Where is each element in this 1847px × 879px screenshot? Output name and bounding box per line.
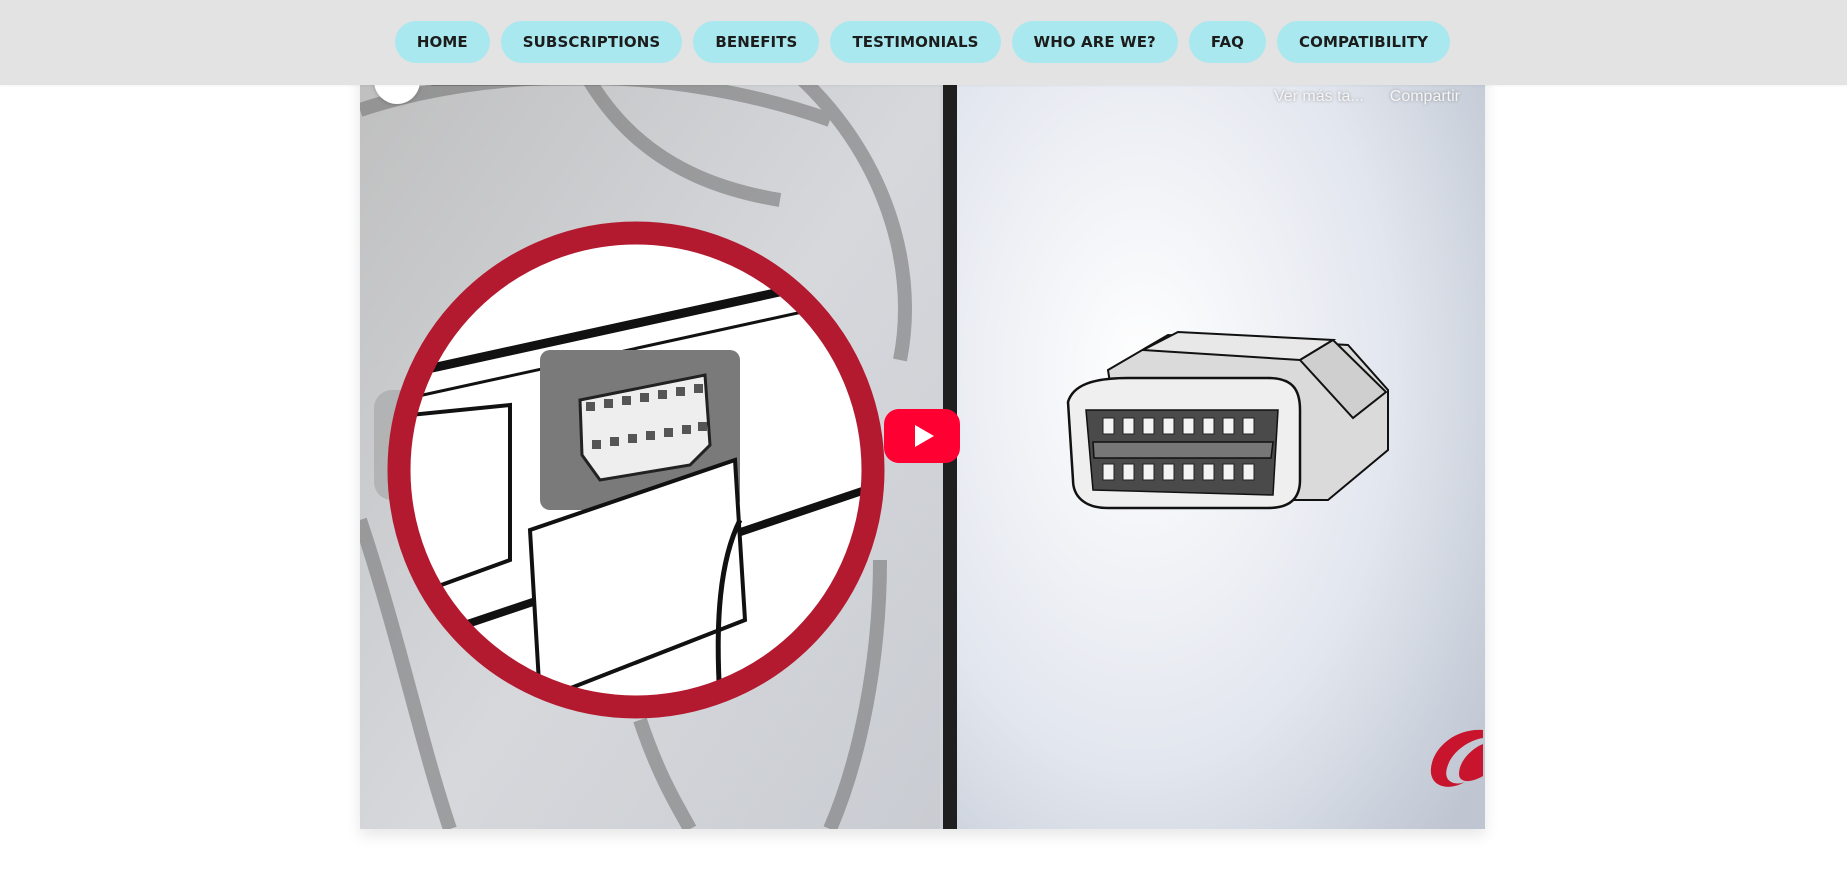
brand-logo-icon	[1430, 729, 1483, 787]
nav-benefits[interactable]: BENEFITS	[693, 21, 820, 63]
video-embed[interactable]: Ver más ta... Compartir	[360, 0, 1485, 829]
main-nav: HOME SUBSCRIPTIONS BENEFITS TESTIMONIALS…	[0, 21, 1846, 63]
nav-home[interactable]: HOME	[394, 21, 490, 63]
video-top-controls: Ver más ta... Compartir	[1274, 88, 1460, 106]
top-navigation-bar: HOME SUBSCRIPTIONS BENEFITS TESTIMONIALS…	[0, 0, 1847, 85]
nav-faq[interactable]: FAQ	[1188, 21, 1267, 63]
nav-who-are-we[interactable]: WHO ARE WE?	[1011, 21, 1178, 63]
nav-compatibility[interactable]: COMPATIBILITY	[1277, 21, 1451, 63]
watch-later-link[interactable]: Ver más ta...	[1274, 88, 1364, 106]
play-icon	[915, 425, 934, 447]
share-link[interactable]: Compartir	[1390, 88, 1460, 106]
nav-subscriptions[interactable]: SUBSCRIPTIONS	[500, 21, 683, 63]
nav-testimonials[interactable]: TESTIMONIALS	[830, 21, 1001, 63]
play-button[interactable]	[884, 409, 960, 463]
